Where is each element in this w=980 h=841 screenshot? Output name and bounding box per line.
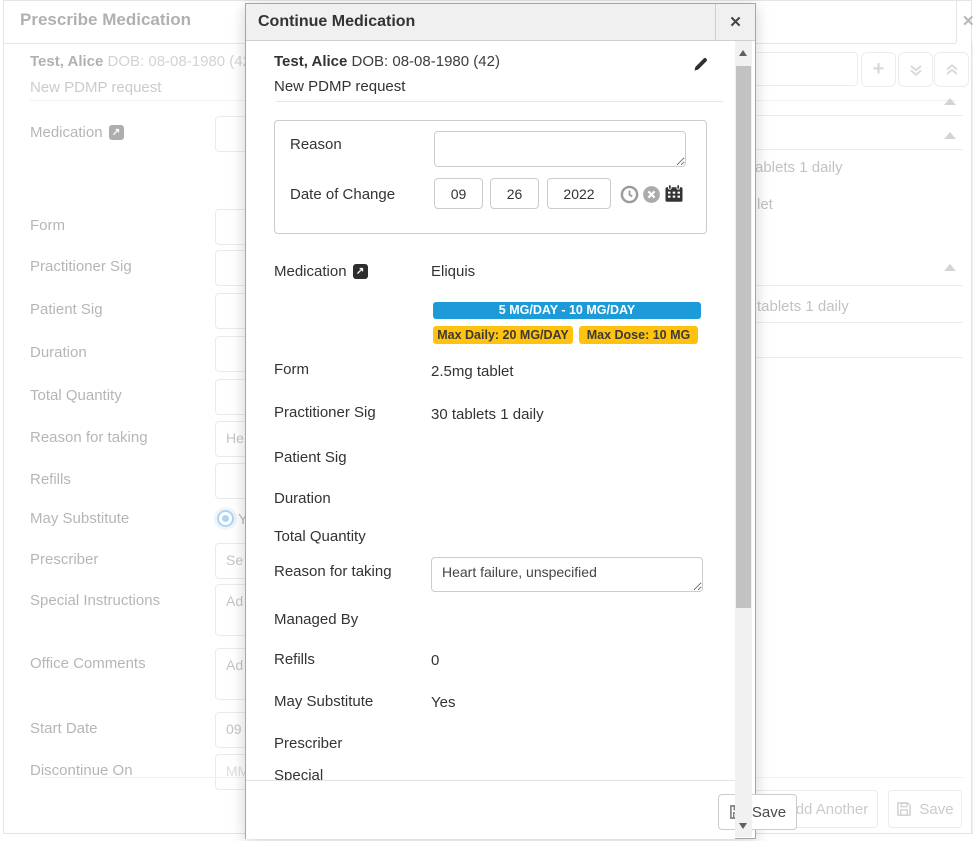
bg-patient-line: Test, Alice DOB: 08-08-1980 (42 xyxy=(30,53,251,70)
bg-field-label-office-comments: Office Comments xyxy=(30,655,146,672)
row-label-reason-for-taking: Reason for taking xyxy=(274,563,392,580)
bg-field-label-total-quantity: Total Quantity xyxy=(30,387,122,404)
bg-section-caret-1 xyxy=(944,98,956,105)
bg-section-caret-3 xyxy=(944,264,956,271)
bg-field-label-form: Form xyxy=(30,217,65,234)
chevron-double-up-icon xyxy=(944,62,960,78)
row-label-duration: Duration xyxy=(274,490,331,507)
bg-right-divider-3 xyxy=(755,285,963,286)
save-icon xyxy=(896,801,912,817)
modal-footer: Save xyxy=(246,780,735,839)
reason-label: Reason xyxy=(290,136,342,153)
calendar-icon xyxy=(664,184,684,203)
bg-collapse-all-button xyxy=(898,52,933,87)
x-circle-icon xyxy=(642,185,661,204)
bg-add-another-label: Add Another xyxy=(786,801,869,818)
modal-patient-divider xyxy=(276,101,723,102)
row-value-may-substitute: Yes xyxy=(431,694,455,711)
max-dose-badge: Max Dose: 10 MG xyxy=(579,326,698,344)
bg-field-label-prescriber: Prescriber xyxy=(30,551,98,568)
scrollbar-thumb[interactable] xyxy=(736,66,751,608)
time-button[interactable] xyxy=(620,185,639,208)
bg-field-label-may-substitute: May Substitute xyxy=(30,510,129,527)
bg-search-input xyxy=(753,52,858,86)
row-label-prescriber: Prescriber xyxy=(274,735,342,752)
date-month-input[interactable] xyxy=(434,178,483,209)
external-link-icon: ↗ xyxy=(109,125,124,140)
row-label-may-substitute: May Substitute xyxy=(274,693,373,710)
row-label-total-quantity: Total Quantity xyxy=(274,528,366,545)
bg-header-close-separator xyxy=(956,0,957,43)
modal-close-button[interactable]: ✕ xyxy=(715,4,755,40)
modal-pdmp-request: New PDMP request xyxy=(274,78,405,95)
bg-pdmp-request: New PDMP request xyxy=(30,79,161,96)
close-icon: ✕ xyxy=(729,13,742,31)
bg-close-icon: ✕ xyxy=(962,12,975,30)
bg-dialog-title: Prescribe Medication xyxy=(20,10,191,30)
bg-right-divider-5 xyxy=(755,357,963,358)
bg-field-label-special-instructions: Special Instructions xyxy=(30,592,160,609)
row-value-refills: 0 xyxy=(431,652,439,669)
scrollbar-down-arrow-icon[interactable] xyxy=(739,823,747,829)
modal-patient-line: Test, Alice DOB: 08-08-1980 (42) xyxy=(274,53,500,70)
bg-field-label-refills: Refills xyxy=(30,471,71,488)
bg-right-divider-2 xyxy=(755,149,963,150)
row-value-practitioner-sig: 30 tablets 1 daily xyxy=(431,406,544,423)
chevron-double-down-icon xyxy=(908,62,924,78)
bg-patient-dob: DOB: 08-08-1980 (42 xyxy=(108,53,251,70)
row-value-medication: Eliquis xyxy=(431,263,475,280)
bg-patient-name: Test, Alice xyxy=(30,53,103,70)
row-label-managed-by: Managed By xyxy=(274,611,358,628)
bg-field-label-patient-sig: Patient Sig xyxy=(30,301,103,318)
row-label-medication: Medication ↗ xyxy=(274,263,368,280)
pencil-icon xyxy=(693,56,709,72)
row-value-form: 2.5mg tablet xyxy=(431,363,514,380)
reason-textarea[interactable] xyxy=(434,131,686,167)
bg-field-label-practitioner-sig: Practitioner Sig xyxy=(30,258,132,275)
bg-field-label-reason-for-taking: Reason for taking xyxy=(30,429,148,446)
clock-icon xyxy=(620,185,639,204)
bg-right-panel-edge xyxy=(972,43,973,834)
clear-date-button[interactable] xyxy=(642,185,661,208)
row-label-practitioner-sig: Practitioner Sig xyxy=(274,404,376,421)
bg-right-text-fragment-2: let xyxy=(757,196,773,213)
modal-save-label: Save xyxy=(752,804,786,821)
bg-may-substitute-radio xyxy=(217,510,234,527)
bg-right-divider-4 xyxy=(755,322,963,323)
max-daily-badge: Max Daily: 20 MG/DAY xyxy=(433,326,573,344)
dose-range-badge: 5 MG/DAY - 10 MG/DAY xyxy=(433,302,701,319)
bg-right-text-fragment-3: tablets 1 daily xyxy=(757,298,849,315)
date-year-input[interactable] xyxy=(547,178,611,209)
reason-for-taking-textarea[interactable]: Heart failure, unspecified xyxy=(431,557,703,592)
reason-panel: Reason Date of Change xyxy=(274,120,707,234)
modal-patient-name: Test, Alice xyxy=(274,53,347,70)
modal-patient-dob: DOB: 08-08-1980 (42) xyxy=(352,53,500,70)
bg-right-divider-1 xyxy=(755,115,963,116)
bg-save-label: Save xyxy=(919,801,953,818)
row-label-form: Form xyxy=(274,361,309,378)
bg-save-button: Save xyxy=(888,790,962,828)
modal-edit-button[interactable] xyxy=(693,56,709,76)
date-day-input[interactable] xyxy=(490,178,539,209)
row-label-refills: Refills xyxy=(274,651,315,668)
calendar-button[interactable] xyxy=(664,184,684,207)
modal-scrollbar[interactable] xyxy=(735,41,752,837)
scrollbar-up-arrow-icon[interactable] xyxy=(739,50,747,56)
bg-field-label-duration: Duration xyxy=(30,344,87,361)
modal-save-button[interactable]: Save xyxy=(718,794,797,830)
continue-medication-modal: Continue Medication ✕ Test, Alice DOB: 0… xyxy=(245,3,756,839)
bg-field-label-start-date: Start Date xyxy=(30,720,98,737)
bg-expand-all-button xyxy=(934,52,969,87)
plus-icon: + xyxy=(873,58,885,81)
external-link-icon[interactable]: ↗ xyxy=(353,264,368,279)
date-of-change-label: Date of Change xyxy=(290,186,395,203)
modal-title: Continue Medication xyxy=(258,4,415,40)
row-label-patient-sig: Patient Sig xyxy=(274,449,347,466)
modal-header: Continue Medication ✕ xyxy=(246,4,755,41)
bg-section-caret-2 xyxy=(944,132,956,139)
bg-field-label-medication: Medication ↗ xyxy=(30,124,124,141)
bg-add-button: + xyxy=(861,52,896,87)
bg-right-text-fragment-1: ablets 1 daily xyxy=(755,159,843,176)
